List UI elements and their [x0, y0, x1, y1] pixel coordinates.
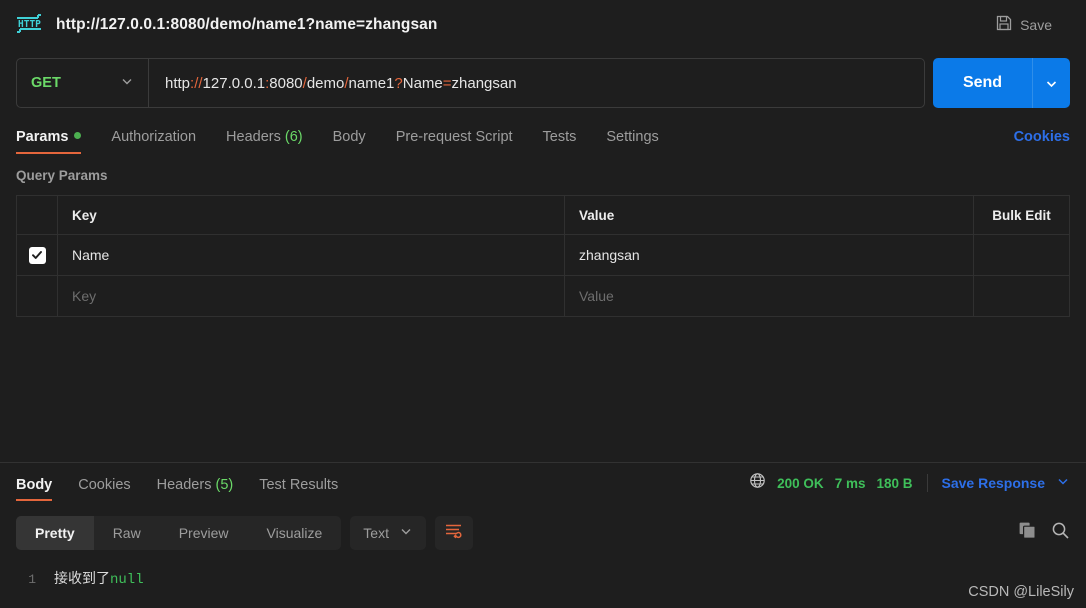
response-tab-headers[interactable]: Headers (5): [157, 477, 234, 501]
code-line: 1 接收到了null: [0, 568, 1086, 588]
line-number: 1: [28, 572, 36, 587]
response-tabs: Body Cookies Headers (5) Test Results 20…: [0, 463, 1086, 501]
http-protocol-icon: HTTP: [14, 13, 44, 37]
send-options-button[interactable]: [1032, 58, 1070, 108]
row-checkbox-cell-empty: [17, 276, 58, 316]
code-text-plain: 接收到了: [54, 572, 110, 588]
row-checkbox-checked[interactable]: [28, 246, 46, 264]
tab-params-label: Params: [16, 129, 69, 145]
response-tab-headers-count: (5): [215, 477, 234, 493]
header-checkbox-cell: [17, 196, 58, 234]
tab-headers-label: Headers: [226, 129, 281, 145]
response-time: 7 ms: [834, 475, 866, 491]
format-selector[interactable]: Text: [350, 516, 426, 550]
url-bar-row: GET http://127.0.0.1:8080/demo/name1?Nam…: [16, 58, 1070, 108]
word-wrap-icon: [444, 522, 463, 544]
view-mode-preview[interactable]: Preview: [160, 516, 248, 550]
globe-icon: [749, 472, 766, 494]
tab-settings[interactable]: Settings: [606, 129, 658, 154]
row-value-input-empty[interactable]: Value: [579, 288, 614, 304]
tab-tests[interactable]: Tests: [543, 129, 577, 154]
response-status-group: 200 OK 7 ms 180 B Save Response: [749, 472, 1070, 501]
row-actions-cell: [974, 235, 1069, 275]
view-mode-group: Pretty Raw Preview Visualize: [16, 516, 342, 550]
chevron-down-icon: [399, 524, 413, 543]
method-selector[interactable]: GET: [17, 59, 149, 107]
url-box: GET http://127.0.0.1:8080/demo/name1?Nam…: [16, 58, 925, 108]
row-actions-cell-empty: [974, 276, 1069, 316]
chevron-down-icon[interactable]: [1056, 474, 1070, 493]
response-tab-test-results[interactable]: Test Results: [259, 477, 338, 501]
url-text: http://127.0.0.1:8080/demo/name1?Name=zh…: [165, 74, 517, 92]
response-tab-cookies[interactable]: Cookies: [78, 477, 130, 501]
send-button[interactable]: Send: [933, 58, 1032, 108]
title-bar-actions: Save: [995, 14, 1070, 37]
cookies-link[interactable]: Cookies: [1014, 129, 1070, 154]
response-toolbar-actions: [1018, 521, 1070, 545]
query-params-title: Query Params: [16, 168, 108, 183]
status-divider: [926, 474, 928, 492]
save-response-button[interactable]: Save Response: [942, 475, 1046, 491]
tab-headers[interactable]: Headers (6): [226, 129, 303, 154]
column-header-value: Value: [579, 207, 615, 223]
format-label: Text: [363, 525, 389, 541]
send-group: Send: [933, 58, 1070, 108]
row-value-input[interactable]: zhangsan: [579, 247, 640, 263]
svg-text:HTTP: HTTP: [18, 19, 41, 30]
code-token-null: null: [110, 572, 144, 588]
search-icon[interactable]: [1051, 521, 1070, 545]
query-params-table: Key Value Bulk Edit Name zhangsan Key Va…: [16, 195, 1070, 317]
params-modified-dot: [74, 132, 82, 139]
response-toolbar: Pretty Raw Preview Visualize Text: [0, 513, 1086, 553]
page-title: http://127.0.0.1:8080/demo/name1?name=zh…: [56, 16, 438, 33]
tab-body[interactable]: Body: [333, 129, 366, 154]
column-header-key: Key: [72, 207, 97, 223]
status-code: 200 OK: [777, 475, 824, 491]
table-row: Name zhangsan: [17, 235, 1069, 276]
save-button-label[interactable]: Save: [1020, 17, 1052, 33]
bulk-edit-button[interactable]: Bulk Edit: [992, 208, 1051, 223]
row-checkbox-cell: [17, 235, 58, 275]
code-line-text: 接收到了null: [54, 568, 144, 588]
table-row: Key Value: [17, 276, 1069, 317]
view-mode-pretty[interactable]: Pretty: [16, 516, 94, 550]
request-tabs: Params Authorization Headers (6) Body Pr…: [16, 122, 1070, 154]
method-label: GET: [31, 75, 61, 91]
copy-icon[interactable]: [1018, 521, 1037, 545]
row-key-input[interactable]: Name: [72, 247, 109, 263]
response-tab-body[interactable]: Body: [16, 477, 53, 501]
url-input[interactable]: http://127.0.0.1:8080/demo/name1?Name=zh…: [149, 75, 924, 92]
chevron-down-icon: [120, 74, 134, 93]
response-body[interactable]: 1 接收到了null CSDN @LileSily: [0, 560, 1086, 608]
word-wrap-button[interactable]: [434, 516, 473, 550]
tab-headers-count: (6): [284, 129, 303, 145]
tab-pre-request-script[interactable]: Pre-request Script: [396, 129, 513, 154]
response-tab-headers-label: Headers: [156, 477, 212, 493]
view-mode-visualize[interactable]: Visualize: [248, 516, 342, 550]
title-bar: HTTP http://127.0.0.1:8080/demo/name1?na…: [0, 0, 1086, 50]
view-mode-raw[interactable]: Raw: [94, 516, 160, 550]
tab-authorization[interactable]: Authorization: [111, 129, 196, 154]
table-header-row: Key Value Bulk Edit: [17, 196, 1069, 235]
watermark: CSDN @LileSily: [968, 584, 1074, 600]
tab-params[interactable]: Params: [16, 129, 82, 154]
floppy-disk-icon[interactable]: [995, 14, 1013, 37]
response-size: 180 B: [876, 475, 913, 491]
row-key-input-empty[interactable]: Key: [72, 288, 96, 304]
